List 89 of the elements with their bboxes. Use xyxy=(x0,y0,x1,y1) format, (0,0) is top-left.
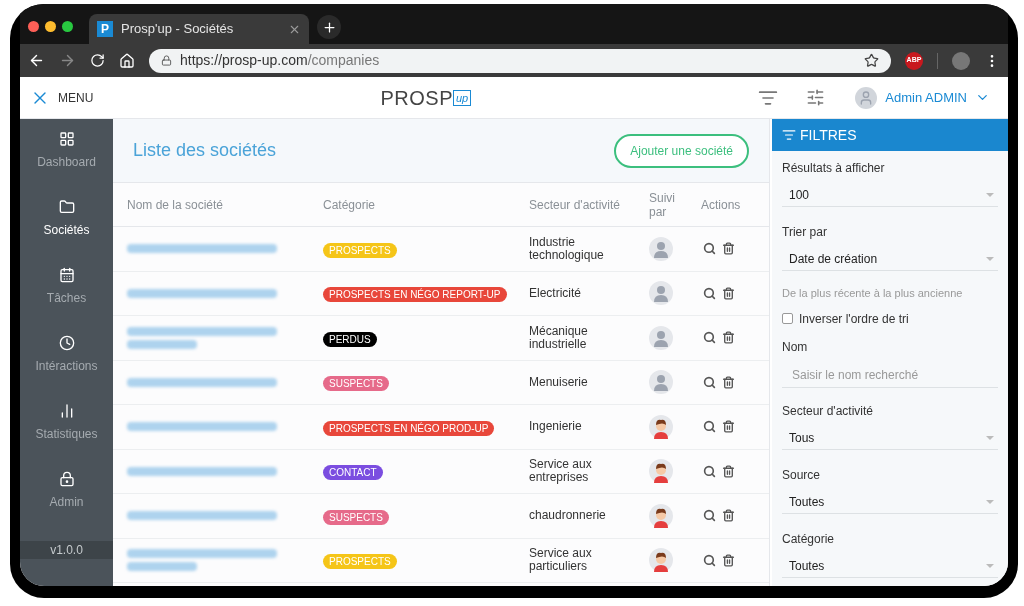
category-tag: PROSPECTS EN NÉGO REPORT-UP xyxy=(323,287,507,303)
grid-icon xyxy=(58,131,75,147)
search-icon[interactable] xyxy=(703,375,716,389)
search-icon[interactable] xyxy=(703,331,716,345)
sector-text: Service aux entreprises xyxy=(529,458,593,485)
filter-icon xyxy=(782,128,796,142)
padlock-icon xyxy=(161,55,172,66)
sector-text: chaudronnerie xyxy=(529,509,607,523)
category-tag: SUSPECTS xyxy=(323,509,389,525)
field-label: Résultats à afficher xyxy=(782,160,886,177)
trash-icon[interactable] xyxy=(722,375,735,389)
profile-avatar[interactable] xyxy=(952,51,970,70)
avatar-icon xyxy=(649,414,673,439)
new-tab-button[interactable] xyxy=(317,15,341,39)
search-icon[interactable] xyxy=(703,509,716,523)
sector-text: Mécanique industrielle xyxy=(529,324,589,351)
column-header: Suivi par xyxy=(649,190,676,219)
forward-icon[interactable] xyxy=(59,52,76,69)
category-tag: CONTACT xyxy=(323,465,383,481)
avatar-icon xyxy=(649,370,673,395)
trash-icon[interactable] xyxy=(722,331,735,345)
page-title: Liste des sociétés xyxy=(133,139,277,162)
sector-text: Industrie technologique xyxy=(529,235,605,262)
avatar-icon xyxy=(649,281,673,306)
field-label: Trier par xyxy=(782,224,828,241)
sector-text: Menuiserie xyxy=(529,375,589,389)
category-tag: PROSPECTS xyxy=(323,554,397,570)
menu-button[interactable]: MENU xyxy=(30,87,94,108)
select-field[interactable]: Tous xyxy=(782,426,998,450)
avatar-icon xyxy=(649,503,673,528)
field-label: Nom xyxy=(782,338,809,356)
tab-title: Prosp'up - Sociétés xyxy=(121,20,235,39)
calendar-icon xyxy=(58,267,75,283)
folder-icon xyxy=(58,199,75,215)
trash-icon[interactable] xyxy=(722,242,735,256)
bookmark-star-icon[interactable] xyxy=(864,53,879,68)
name-search-field[interactable]: Saisir le nom recherché xyxy=(782,362,998,388)
version-label: v1.0.0 xyxy=(20,541,113,559)
category-tag: PROSPECTS xyxy=(323,242,397,258)
search-icon[interactable] xyxy=(703,553,716,567)
trash-icon[interactable] xyxy=(722,509,735,523)
field-label: Catégorie xyxy=(782,531,836,548)
plus-icon xyxy=(321,19,337,35)
column-header: Actions xyxy=(701,196,742,214)
avatar-icon xyxy=(649,548,673,573)
category-tag: PERDUS xyxy=(323,331,377,347)
category-tag: SUSPECTS xyxy=(323,376,389,392)
select-field[interactable]: Date de création xyxy=(782,247,998,271)
avatar-icon xyxy=(649,459,673,484)
sliders-icon[interactable] xyxy=(806,88,826,107)
sidebar-item[interactable]: Sociétés xyxy=(20,199,113,267)
field-label: Source xyxy=(782,467,822,484)
category-tag: PROSPECTS EN NÉGO PROD-UP xyxy=(323,420,495,436)
avatar-icon xyxy=(649,325,673,350)
url-text: https://prosp-up.com/companies xyxy=(180,51,381,70)
trash-icon[interactable] xyxy=(722,553,735,567)
sector-text: Service aux particuliers xyxy=(529,547,593,574)
sort-order-note: De la plus récente à la plus ancienne xyxy=(782,286,964,301)
menu-label: MENU xyxy=(58,89,94,107)
avatar-icon xyxy=(649,236,673,261)
column-header: Nom de la société xyxy=(126,196,225,214)
search-icon[interactable] xyxy=(703,464,716,478)
address-bar[interactable]: https://prosp-up.com/companies xyxy=(149,48,891,73)
browser-tab[interactable]: P Prosp'up - Sociétés xyxy=(89,14,309,44)
column-header: Secteur d'activité xyxy=(529,196,621,214)
home-icon[interactable] xyxy=(119,52,135,69)
trash-icon[interactable] xyxy=(722,286,735,300)
select-field[interactable]: 100 xyxy=(782,183,998,207)
back-icon[interactable] xyxy=(28,52,45,69)
trash-icon[interactable] xyxy=(722,420,735,434)
select-field[interactable]: Toutes xyxy=(782,554,998,578)
user-avatar xyxy=(855,86,878,109)
sector-text: Ingenierie xyxy=(529,420,583,434)
favicon: P xyxy=(97,21,113,37)
sector-text: Electricité xyxy=(529,286,582,300)
clock-icon xyxy=(58,335,75,351)
search-icon[interactable] xyxy=(703,242,716,256)
filters-title: FILTRES xyxy=(800,125,857,145)
padlock-icon xyxy=(58,471,75,487)
select-field[interactable]: Toutes xyxy=(782,490,998,514)
user-menu[interactable]: Admin ADMIN xyxy=(855,86,990,109)
search-icon[interactable] xyxy=(703,286,716,300)
reverse-order-checkbox[interactable]: Inverser l'ordre de tri xyxy=(782,309,998,338)
field-label: Secteur d'activité xyxy=(782,403,874,420)
reload-icon[interactable] xyxy=(90,53,105,68)
column-header: Catégorie xyxy=(323,196,377,214)
user-name: Admin ADMIN xyxy=(885,88,967,107)
trash-icon[interactable] xyxy=(722,464,735,478)
search-icon[interactable] xyxy=(703,420,716,434)
